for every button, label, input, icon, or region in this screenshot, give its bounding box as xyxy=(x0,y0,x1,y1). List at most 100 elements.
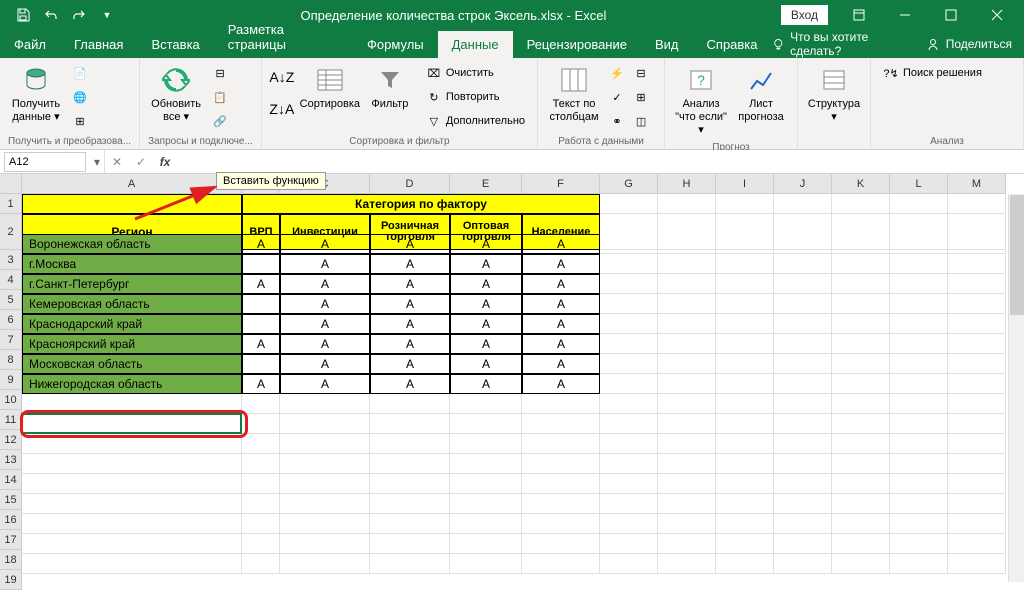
cell-F16[interactable] xyxy=(522,494,600,514)
row-header-5[interactable]: 5 xyxy=(0,290,22,310)
col-header-E[interactable]: E xyxy=(450,174,522,194)
cell-I19[interactable] xyxy=(716,554,774,574)
cell-H12[interactable] xyxy=(658,414,716,434)
cell-H17[interactable] xyxy=(658,514,716,534)
cell-A18[interactable] xyxy=(22,534,242,554)
cell-M13[interactable] xyxy=(948,434,1006,454)
cell-B17[interactable] xyxy=(242,514,280,534)
cell-L1[interactable] xyxy=(890,194,948,214)
cell-A15[interactable] xyxy=(22,474,242,494)
sort-asc-button[interactable]: A↓Z xyxy=(270,62,294,92)
cell-F11[interactable] xyxy=(522,394,600,414)
row-header-18[interactable]: 18 xyxy=(0,550,22,570)
row-header-17[interactable]: 17 xyxy=(0,530,22,550)
cell-M7[interactable] xyxy=(948,314,1006,334)
tab-layout[interactable]: Разметка страницы xyxy=(214,16,353,58)
cell-J5[interactable] xyxy=(774,274,832,294)
cell-K11[interactable] xyxy=(832,394,890,414)
col-header-D[interactable]: D xyxy=(370,174,450,194)
cell-J3[interactable] xyxy=(774,234,832,254)
cell-K1[interactable] xyxy=(832,194,890,214)
cell-K7[interactable] xyxy=(832,314,890,334)
tab-insert[interactable]: Вставка xyxy=(137,31,213,58)
cell-J17[interactable] xyxy=(774,514,832,534)
insert-function-button[interactable]: fx xyxy=(153,152,177,172)
cell-F7[interactable]: А xyxy=(522,314,600,334)
clear-filter-button[interactable]: ⌧Очистить xyxy=(422,62,529,84)
row-header-10[interactable]: 10 xyxy=(0,390,22,410)
cell-F15[interactable] xyxy=(522,474,600,494)
tab-file[interactable]: Файл xyxy=(0,31,60,58)
advanced-filter-button[interactable]: ▽Дополнительно xyxy=(422,110,529,132)
cell-G13[interactable] xyxy=(600,434,658,454)
cell-L17[interactable] xyxy=(890,514,948,534)
col-header-K[interactable]: K xyxy=(832,174,890,194)
cell-F5[interactable]: А xyxy=(522,274,600,294)
cancel-formula-icon[interactable]: ✕ xyxy=(105,152,129,172)
cell-M18[interactable] xyxy=(948,534,1006,554)
row-header-6[interactable]: 6 xyxy=(0,310,22,330)
col-header-F[interactable]: F xyxy=(522,174,600,194)
cell-M3[interactable] xyxy=(948,234,1006,254)
from-table-button[interactable]: ⊞ xyxy=(68,110,92,132)
maximize-icon[interactable] xyxy=(928,0,974,30)
cell-M5[interactable] xyxy=(948,274,1006,294)
cell-D9[interactable]: А xyxy=(370,354,450,374)
cell-C7[interactable]: А xyxy=(280,314,370,334)
save-icon[interactable] xyxy=(12,4,34,26)
tab-formulas[interactable]: Формулы xyxy=(353,31,438,58)
from-web-button[interactable]: 🌐 xyxy=(68,86,92,108)
row-header-13[interactable]: 13 xyxy=(0,450,22,470)
formula-input[interactable] xyxy=(177,150,1024,173)
row-header-3[interactable]: 3 xyxy=(0,250,22,270)
cell-M15[interactable] xyxy=(948,474,1006,494)
cell-H7[interactable] xyxy=(658,314,716,334)
cell-G5[interactable] xyxy=(600,274,658,294)
cell-J19[interactable] xyxy=(774,554,832,574)
data-validation-button[interactable]: ✓ xyxy=(606,86,628,108)
cell-B6[interactable] xyxy=(242,294,280,314)
cell-D4[interactable]: А xyxy=(370,254,450,274)
cell-I8[interactable] xyxy=(716,334,774,354)
cell-J11[interactable] xyxy=(774,394,832,414)
cell-F3[interactable]: А xyxy=(522,234,600,254)
cell-G10[interactable] xyxy=(600,374,658,394)
cell-C11[interactable] xyxy=(280,394,370,414)
cell-G12[interactable] xyxy=(600,414,658,434)
cell-E5[interactable]: А xyxy=(450,274,522,294)
row-header-4[interactable]: 4 xyxy=(0,270,22,290)
cell-I12[interactable] xyxy=(716,414,774,434)
cell-K14[interactable] xyxy=(832,454,890,474)
row-header-8[interactable]: 8 xyxy=(0,350,22,370)
outline-button[interactable]: Структура ▾ xyxy=(806,62,862,126)
cell-C4[interactable]: А xyxy=(280,254,370,274)
cell-C18[interactable] xyxy=(280,534,370,554)
cell-G18[interactable] xyxy=(600,534,658,554)
row-header-9[interactable]: 9 xyxy=(0,370,22,390)
cell-J6[interactable] xyxy=(774,294,832,314)
cell-D15[interactable] xyxy=(370,474,450,494)
minimize-icon[interactable] xyxy=(882,0,928,30)
tab-review[interactable]: Рецензирование xyxy=(513,31,641,58)
cell-C10[interactable]: А xyxy=(280,374,370,394)
cell-G16[interactable] xyxy=(600,494,658,514)
cell-J18[interactable] xyxy=(774,534,832,554)
cell-L14[interactable] xyxy=(890,454,948,474)
cell-B13[interactable] xyxy=(242,434,280,454)
cell-A16[interactable] xyxy=(22,494,242,514)
cell-B11[interactable] xyxy=(242,394,280,414)
cell-H16[interactable] xyxy=(658,494,716,514)
cell-L13[interactable] xyxy=(890,434,948,454)
cell-A12[interactable] xyxy=(22,414,242,434)
row-header-1[interactable]: 1 xyxy=(0,194,22,214)
cell-G14[interactable] xyxy=(600,454,658,474)
cell-C8[interactable]: А xyxy=(280,334,370,354)
cell-J16[interactable] xyxy=(774,494,832,514)
cell-I4[interactable] xyxy=(716,254,774,274)
cell-M17[interactable] xyxy=(948,514,1006,534)
from-text-button[interactable]: 📄 xyxy=(68,62,92,84)
tab-help[interactable]: Справка xyxy=(693,31,772,58)
cell-C12[interactable] xyxy=(280,414,370,434)
filter-button[interactable]: Фильтр xyxy=(362,62,418,113)
row-header-2[interactable]: 2 xyxy=(0,214,22,250)
